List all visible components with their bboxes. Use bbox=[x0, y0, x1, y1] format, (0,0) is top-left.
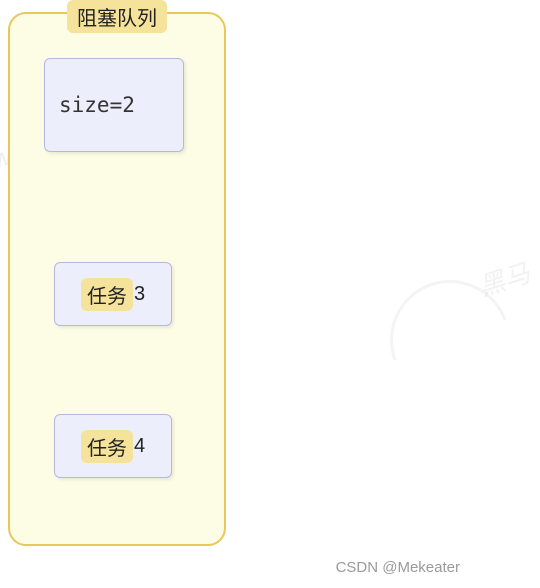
task-label: 任务 bbox=[81, 278, 133, 311]
bg-watermark-circle bbox=[370, 260, 529, 419]
task-box-3: 任务 3 bbox=[54, 262, 172, 326]
task-label: 任务 bbox=[81, 430, 133, 463]
size-box: size=2 bbox=[44, 58, 184, 152]
bg-watermark-right: 黑马 bbox=[474, 253, 535, 304]
blocking-queue-container: 阻塞队列 size=2 任务 3 任务 4 bbox=[8, 12, 226, 546]
task-number: 3 bbox=[134, 283, 145, 306]
container-title: 阻塞队列 bbox=[67, 0, 167, 33]
footer-watermark: CSDN @Mekeater bbox=[336, 559, 460, 576]
task-number: 4 bbox=[134, 435, 145, 458]
task-box-4: 任务 4 bbox=[54, 414, 172, 478]
size-text: size=2 bbox=[59, 93, 135, 117]
